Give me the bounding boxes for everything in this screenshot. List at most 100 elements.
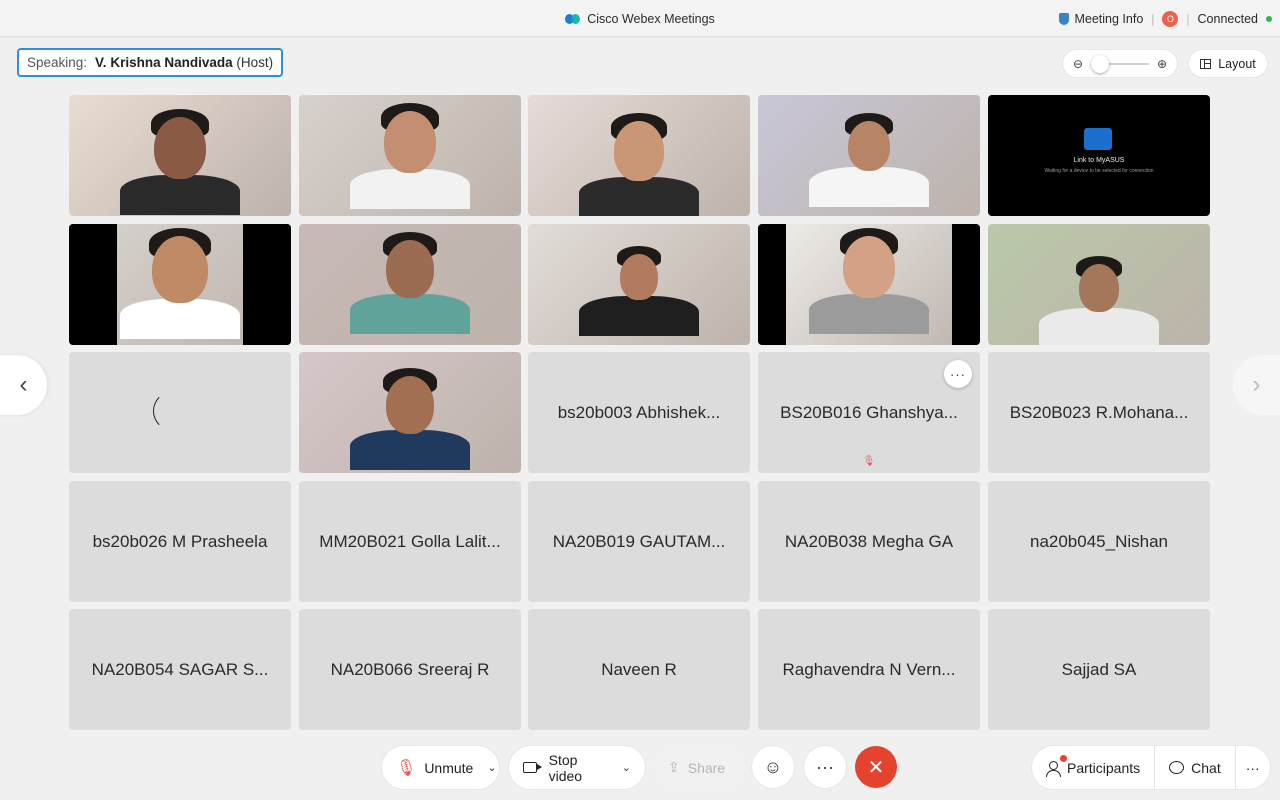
chevron-left-icon: ‹ (19, 371, 28, 398)
participant-tile[interactable]: bs20b003 Abhishek... (528, 352, 750, 473)
more-icon: ··· (816, 756, 834, 777)
participant-name: bs20b003 Abhishek... (557, 402, 721, 422)
participant-tile[interactable]: NA20B066 Sreeraj R (299, 609, 521, 730)
recording-badge[interactable]: O (1162, 10, 1179, 27)
participant-name: Raghavendra N Vern... (782, 659, 956, 679)
chat-icon (1169, 761, 1185, 774)
participant-tile[interactable]: NA20B054 SAGAR S... (69, 609, 291, 730)
video-tile[interactable]: Link to MyASUS Waiting for a device to be… (988, 95, 1210, 216)
close-icon: ✕ (867, 756, 885, 779)
participant-tile[interactable]: Raghavendra N Vern... (758, 609, 980, 730)
share-button[interactable]: ⇪ Share (654, 746, 743, 789)
zoom-control: ⊖ ⊕ (1063, 50, 1177, 77)
loading-spinner-icon (153, 391, 193, 431)
link-icon (1084, 128, 1112, 150)
notification-dot (1060, 755, 1067, 762)
participant-name: MM20B021 Golla Lalit... (319, 531, 501, 551)
speaker-name: V. Krishna Nandivada (95, 55, 233, 70)
chevron-down-icon[interactable]: ⌄ (487, 761, 496, 774)
participant-tile[interactable]: MM20B021 Golla Lalit... (299, 481, 521, 602)
chat-label: Chat (1191, 759, 1221, 776)
participant-tile[interactable]: Naveen R (528, 609, 750, 730)
participant-name: NA20B054 SAGAR S... (91, 659, 269, 679)
video-tile[interactable] (528, 95, 750, 216)
participant-tile[interactable]: BS20B023 R.Mohana... (988, 352, 1210, 473)
participant-tile[interactable]: bs20b026 M Prasheela (69, 481, 291, 602)
webex-logo-icon (565, 13, 581, 25)
participant-video-feed (809, 224, 929, 345)
speaking-label: Speaking: (27, 55, 88, 70)
shield-icon (1059, 12, 1070, 25)
panel-more-button[interactable]: ··· (1236, 746, 1270, 789)
participant-name: bs20b026 M Prasheela (92, 531, 268, 551)
participant-name: BS20B016 Ghanshya... (780, 402, 958, 422)
video-tile[interactable] (69, 95, 291, 216)
unmute-button[interactable]: 🎙 Unmute ⌄ (382, 746, 499, 789)
layout-button[interactable]: Layout (1189, 50, 1267, 77)
video-tile[interactable] (758, 95, 980, 216)
more-options-button[interactable]: ··· (804, 746, 846, 788)
video-tile[interactable] (69, 352, 291, 473)
participant-video-feed (350, 95, 470, 216)
participant-video-feed (1039, 224, 1159, 345)
chevron-down-icon[interactable]: ⌄ (622, 761, 631, 774)
speaking-indicator: Speaking: V. Krishna Nandivada (Host) (17, 48, 284, 77)
participant-video-feed (350, 224, 470, 345)
video-tile[interactable] (299, 352, 521, 473)
divider: | (1151, 11, 1155, 26)
speaker-role: (Host) (236, 55, 274, 70)
participant-tile[interactable]: na20b045_Nishan (988, 481, 1210, 602)
participant-video-feed (809, 95, 929, 216)
video-tile[interactable] (299, 95, 521, 216)
participant-video-feed (579, 224, 699, 345)
video-tile[interactable] (69, 224, 291, 345)
participant-tile[interactable]: Sajjad SA (988, 609, 1210, 730)
participants-button[interactable]: Participants (1032, 746, 1154, 789)
participant-name: NA20B038 Megha GA (784, 531, 954, 551)
zoom-slider[interactable] (1091, 54, 1149, 73)
participant-tile[interactable]: BS20B016 Ghanshya... ··· 🎙 (758, 352, 980, 473)
video-tile[interactable] (299, 224, 521, 345)
title-right-group: Meeting Info | O | Connected (1059, 0, 1272, 37)
video-tile[interactable] (758, 224, 980, 345)
participant-tile[interactable]: NA20B038 Megha GA (758, 481, 980, 602)
tile-more-button[interactable]: ··· (944, 360, 972, 388)
chat-button[interactable]: Chat (1155, 746, 1235, 789)
end-meeting-button[interactable]: ✕ (855, 746, 897, 788)
meeting-info-button[interactable]: Meeting Info (1059, 12, 1143, 26)
share-label: Share (687, 759, 726, 776)
zoom-out-icon[interactable]: ⊖ (1071, 57, 1085, 71)
video-tile[interactable] (528, 224, 750, 345)
zoom-slider-handle[interactable] (1091, 54, 1109, 73)
participants-label: Participants (1067, 759, 1141, 776)
reactions-button[interactable]: ☺ (752, 746, 794, 788)
participant-video-feed (579, 95, 699, 216)
panel-controls: Participants Chat ··· (1032, 746, 1270, 789)
participant-name: BS20B023 R.Mohana... (1009, 402, 1189, 422)
share-icon: ⇪ (668, 759, 680, 775)
video-tile[interactable] (988, 224, 1210, 345)
emoji-icon: ☺ (763, 756, 783, 777)
participant-name: NA20B066 Sreeraj R (330, 659, 490, 679)
meeting-controls: 🎙 Unmute ⌄ Stop video ⌄ ⇪ Share ☺ ··· ✕ … (0, 737, 1280, 800)
participant-video-feed (350, 352, 470, 473)
mic-muted-icon: 🎙 (396, 759, 417, 777)
camera-icon (523, 762, 542, 773)
title-bar: Cisco Webex Meetings Meeting Info | O | … (0, 0, 1280, 37)
window-title: Cisco Webex Meetings (587, 11, 715, 26)
participant-name: Sajjad SA (1061, 659, 1137, 679)
participant-video-feed (120, 95, 240, 216)
shared-screen-subtitle: Waiting for a device to be selected for … (1044, 168, 1154, 174)
participant-video-feed (120, 224, 240, 345)
layout-grid-icon (1200, 58, 1212, 69)
chevron-right-icon: › (1252, 371, 1261, 398)
next-page-button[interactable]: › (1233, 355, 1280, 415)
participant-tile[interactable]: NA20B019 GAUTAM... (528, 481, 750, 602)
stop-video-label: Stop video (548, 751, 583, 784)
previous-page-button[interactable]: ‹ (0, 355, 47, 415)
unmute-label: Unmute (424, 759, 474, 776)
mic-muted-icon: 🎙 (862, 456, 876, 467)
zoom-in-icon[interactable]: ⊕ (1155, 57, 1169, 71)
stop-video-button[interactable]: Stop video ⌄ (509, 746, 645, 789)
connection-status: Connected (1197, 11, 1258, 26)
